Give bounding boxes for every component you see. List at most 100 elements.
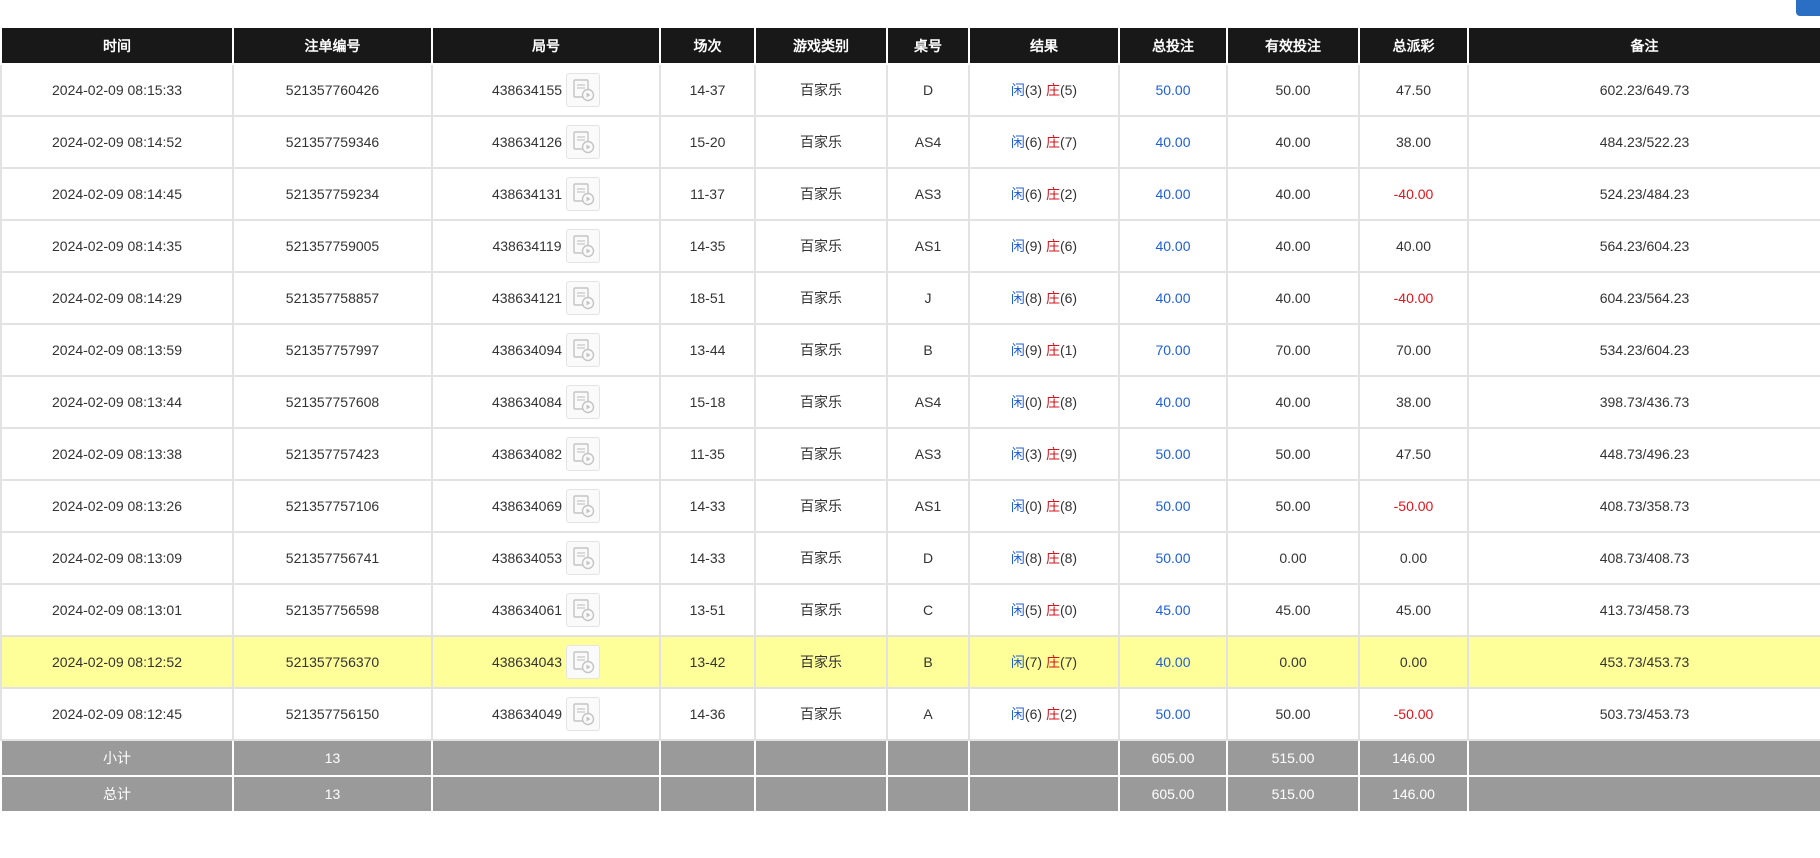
video-replay-icon[interactable] bbox=[566, 177, 601, 211]
video-replay-icon[interactable] bbox=[566, 541, 601, 575]
player-score: (9) bbox=[1024, 238, 1043, 254]
table-row[interactable]: 2024-02-09 08:12:45 521357756150 438634049… bbox=[0, 687, 1820, 741]
cell-session: 14-37 bbox=[659, 63, 756, 117]
cell-game-no: 438634043 bbox=[431, 635, 661, 689]
banker-label: 庄 bbox=[1045, 342, 1060, 358]
cell-total-bet: 40.00 bbox=[1118, 635, 1228, 689]
empty-cell bbox=[754, 775, 888, 813]
cell-session: 11-35 bbox=[659, 427, 756, 481]
video-replay-icon[interactable] bbox=[566, 697, 601, 731]
cell-game-type: 百家乐 bbox=[754, 531, 888, 585]
cell-valid-bet: 0.00 bbox=[1226, 635, 1360, 689]
table-row[interactable]: 2024-02-09 08:13:09 521357756741 438634053… bbox=[0, 531, 1820, 585]
table-row[interactable]: 2024-02-09 08:13:59 521357757997 438634094… bbox=[0, 323, 1820, 377]
cell-order-no: 521357757997 bbox=[232, 323, 433, 377]
table-row[interactable]: 2024-02-09 08:14:52 521357759346 438634126… bbox=[0, 115, 1820, 169]
corner-tab-button[interactable] bbox=[1796, 0, 1820, 16]
subtotal-label: 小计 bbox=[0, 739, 234, 777]
cell-game-type: 百家乐 bbox=[754, 635, 888, 689]
cell-order-no: 521357757423 bbox=[232, 427, 433, 481]
cell-result: 闲(5) 庄(0) bbox=[968, 583, 1120, 637]
banker-score: (7) bbox=[1059, 134, 1078, 150]
player-score: (3) bbox=[1024, 446, 1043, 462]
cell-order-no: 521357759346 bbox=[232, 115, 433, 169]
video-replay-icon[interactable] bbox=[566, 489, 601, 523]
game-no-text: 438634043 bbox=[491, 654, 563, 670]
header-game-type[interactable]: 游戏类别 bbox=[754, 28, 888, 65]
cell-game-no: 438634069 bbox=[431, 479, 661, 533]
video-replay-icon[interactable] bbox=[566, 73, 601, 107]
header-payout[interactable]: 总派彩 bbox=[1358, 28, 1469, 65]
table-row[interactable]: 2024-02-09 08:15:33 521357760426 438634155… bbox=[0, 63, 1820, 117]
cell-note: 448.73/496.23 bbox=[1467, 427, 1820, 481]
header-table-no[interactable]: 桌号 bbox=[886, 28, 970, 65]
video-replay-icon[interactable] bbox=[566, 281, 601, 315]
empty-cell bbox=[886, 739, 970, 777]
grand-total-payout: 146.00 bbox=[1358, 775, 1469, 813]
player-score: (8) bbox=[1024, 550, 1043, 566]
banker-label: 庄 bbox=[1045, 706, 1060, 722]
cell-payout: -40.00 bbox=[1358, 167, 1469, 221]
cell-time: 2024-02-09 08:13:01 bbox=[0, 583, 234, 637]
header-valid-bet[interactable]: 有效投注 bbox=[1226, 28, 1360, 65]
video-replay-icon[interactable] bbox=[565, 229, 600, 263]
header-game-no[interactable]: 局号 bbox=[431, 28, 661, 65]
cell-note: 602.23/649.73 bbox=[1467, 63, 1820, 117]
player-label: 闲 bbox=[1010, 498, 1025, 514]
header-order-no[interactable]: 注单编号 bbox=[232, 28, 433, 65]
video-replay-icon[interactable] bbox=[566, 333, 601, 367]
player-label: 闲 bbox=[1010, 602, 1025, 618]
table-row[interactable]: 2024-02-09 08:13:38 521357757423 438634082… bbox=[0, 427, 1820, 481]
player-score: (0) bbox=[1024, 394, 1043, 410]
header-note[interactable]: 备注 bbox=[1467, 28, 1820, 65]
cell-valid-bet: 40.00 bbox=[1226, 271, 1360, 325]
cell-result: 闲(6) 庄(2) bbox=[968, 687, 1120, 741]
grand-total-count: 13 bbox=[232, 775, 433, 813]
table-row[interactable]: 2024-02-09 08:14:45 521357759234 438634131… bbox=[0, 167, 1820, 221]
cell-payout: -40.00 bbox=[1358, 271, 1469, 325]
cell-table-no: B bbox=[886, 635, 970, 689]
player-label: 闲 bbox=[1010, 82, 1025, 98]
video-replay-icon[interactable] bbox=[566, 437, 601, 471]
empty-cell bbox=[1467, 775, 1820, 813]
cell-total-bet: 50.00 bbox=[1118, 687, 1228, 741]
subtotal-row: 小计 13 605.00 515.00 146.00 bbox=[0, 739, 1820, 777]
player-label: 闲 bbox=[1010, 342, 1025, 358]
header-session[interactable]: 场次 bbox=[659, 28, 756, 65]
header-result[interactable]: 结果 bbox=[968, 28, 1120, 65]
cell-table-no: D bbox=[886, 531, 970, 585]
table-row[interactable]: 2024-02-09 08:13:44 521357757608 438634084… bbox=[0, 375, 1820, 429]
game-no-text: 438634126 bbox=[491, 134, 563, 150]
cell-table-no: AS1 bbox=[886, 219, 970, 273]
cell-game-no: 438634131 bbox=[431, 167, 661, 221]
header-total-bet[interactable]: 总投注 bbox=[1118, 28, 1228, 65]
cell-game-no: 438634155 bbox=[431, 63, 661, 117]
cell-time: 2024-02-09 08:13:09 bbox=[0, 531, 234, 585]
cell-payout: 0.00 bbox=[1358, 635, 1469, 689]
game-no-text: 438634084 bbox=[491, 394, 563, 410]
cell-session: 15-20 bbox=[659, 115, 756, 169]
cell-time: 2024-02-09 08:13:26 bbox=[0, 479, 234, 533]
cell-game-type: 百家乐 bbox=[754, 323, 888, 377]
cell-session: 15-18 bbox=[659, 375, 756, 429]
video-replay-icon[interactable] bbox=[566, 645, 601, 679]
cell-result: 闲(9) 庄(1) bbox=[968, 323, 1120, 377]
grand-total-valid-bet: 515.00 bbox=[1226, 775, 1360, 813]
cell-result: 闲(9) 庄(6) bbox=[968, 219, 1120, 273]
cell-valid-bet: 70.00 bbox=[1226, 323, 1360, 377]
table-row[interactable]: 2024-02-09 08:14:35 521357759005 438634119… bbox=[0, 219, 1820, 273]
video-replay-icon[interactable] bbox=[566, 125, 601, 159]
cell-game-no: 438634061 bbox=[431, 583, 661, 637]
video-replay-icon[interactable] bbox=[566, 385, 601, 419]
cell-table-no: AS3 bbox=[886, 427, 970, 481]
cell-valid-bet: 40.00 bbox=[1226, 167, 1360, 221]
table-row[interactable]: 2024-02-09 08:14:29 521357758857 438634121… bbox=[0, 271, 1820, 325]
empty-cell bbox=[659, 739, 756, 777]
table-row[interactable]: 2024-02-09 08:13:26 521357757106 438634069… bbox=[0, 479, 1820, 533]
table-row[interactable]: 2024-02-09 08:12:52 521357756370 438634043… bbox=[0, 635, 1820, 689]
subtotal-payout: 146.00 bbox=[1358, 739, 1469, 777]
video-replay-icon[interactable] bbox=[566, 593, 601, 627]
cell-total-bet: 50.00 bbox=[1118, 63, 1228, 117]
header-time[interactable]: 时间 bbox=[0, 28, 234, 65]
table-row[interactable]: 2024-02-09 08:13:01 521357756598 438634061… bbox=[0, 583, 1820, 637]
